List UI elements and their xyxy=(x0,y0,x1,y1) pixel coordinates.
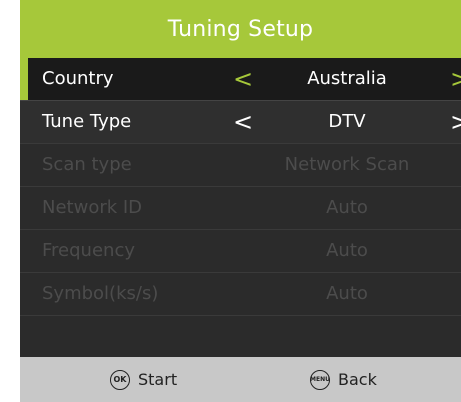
chevron-right-icon[interactable]: > xyxy=(450,58,461,100)
menu-row-scan-type: Scan type Network Scan xyxy=(20,144,461,187)
chevron-right-icon[interactable]: > xyxy=(450,101,461,143)
selection-accent xyxy=(20,58,28,100)
menu-row-country[interactable]: Country < Australia > xyxy=(20,58,461,101)
network-id-value: Auto xyxy=(326,197,368,218)
tv-menu-screen: Tuning Setup Country < Australia > Tune … xyxy=(20,0,461,402)
symbol-rate-label: Symbol(ks/s) xyxy=(42,283,159,304)
page-title: Tuning Setup xyxy=(20,0,461,58)
menu-row-tune-type[interactable]: Tune Type < DTV > xyxy=(20,101,461,144)
ok-button-icon: OK xyxy=(110,369,130,390)
country-label: Country xyxy=(42,68,114,89)
page-title-text: Tuning Setup xyxy=(167,16,314,42)
back-hint[interactable]: MENU Back xyxy=(310,357,377,402)
tune-type-value: DTV xyxy=(328,111,366,132)
frequency-label: Frequency xyxy=(42,240,135,261)
menu-row-network-id: Network ID Auto xyxy=(20,187,461,230)
country-value: Australia xyxy=(307,68,387,89)
network-id-label: Network ID xyxy=(42,197,143,218)
start-label: Start xyxy=(138,370,178,389)
footer-hint-bar: OK Start MENU Back xyxy=(20,357,461,402)
symbol-rate-value: Auto xyxy=(326,283,368,304)
tune-type-label: Tune Type xyxy=(42,111,132,132)
menu-button-icon: MENU xyxy=(310,369,330,390)
menu-row-frequency: Frequency Auto xyxy=(20,230,461,273)
frequency-value: Auto xyxy=(326,240,368,261)
scan-type-value: Network Scan xyxy=(284,154,410,175)
start-hint[interactable]: OK Start xyxy=(110,357,177,402)
back-label: Back xyxy=(338,370,377,389)
scan-type-label: Scan type xyxy=(42,154,132,175)
menu-row-symbol-rate: Symbol(ks/s) Auto xyxy=(20,273,461,316)
